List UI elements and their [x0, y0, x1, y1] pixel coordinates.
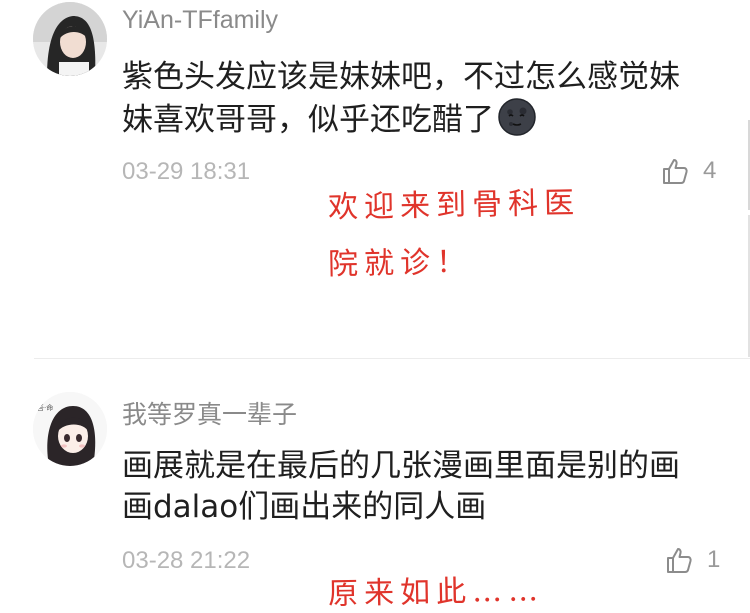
- like-count: 1: [707, 546, 721, 573]
- timestamp: 03-29 18:31: [122, 158, 251, 185]
- comment-text-line: 紫色头发应该是妹妹吧，不过怎么感觉妹: [122, 59, 680, 95]
- comment-item: 吾·命 我等罗真一辈子 画展就是在最后的几张漫画里面是别的画 画dalao们画出…: [0, 359, 750, 612]
- comment-text: 画展就是在最后的几张漫画里面是别的画 画dalao们画出来的同人画: [122, 446, 722, 528]
- like-button[interactable]: 4: [661, 157, 716, 185]
- like-button[interactable]: 1: [665, 546, 720, 574]
- comment-text-segment: 妹喜欢哥哥，似乎还吃醋了: [122, 102, 494, 138]
- comment-text-line: 妹喜欢哥哥，似乎还吃醋了: [122, 98, 722, 147]
- avatar[interactable]: 吾·命: [33, 392, 107, 466]
- username[interactable]: 我等罗真一辈子: [122, 395, 297, 431]
- comment-text-line: 画展就是在最后的几张漫画里面是别的画: [122, 448, 680, 484]
- comment-text: 紫色头发应该是妹妹吧，不过怎么感觉妹 妹喜欢哥哥，似乎还吃醋了: [122, 57, 722, 147]
- new-moon-face-icon: [498, 98, 536, 147]
- thumbs-up-icon: [665, 546, 693, 574]
- comment-text-line: 画dalao们画出来的同人画: [122, 489, 487, 525]
- like-count: 4: [703, 157, 717, 184]
- thumbs-up-icon: [661, 157, 689, 185]
- svg-text:吾·命: 吾·命: [37, 403, 53, 412]
- avatar[interactable]: [33, 2, 107, 76]
- handwritten-annotation: 院就诊！: [327, 244, 473, 283]
- timestamp: 03-28 21:22: [122, 547, 251, 574]
- handwritten-annotation: 原来如此……: [327, 573, 545, 612]
- handwritten-annotation: 欢迎来到骨科医: [327, 185, 581, 226]
- comment-item: YiAn-TFfamily 紫色头发应该是妹妹吧，不过怎么感觉妹 妹喜欢哥哥，似…: [0, 0, 750, 358]
- username[interactable]: YiAn-TFfamily: [122, 6, 278, 35]
